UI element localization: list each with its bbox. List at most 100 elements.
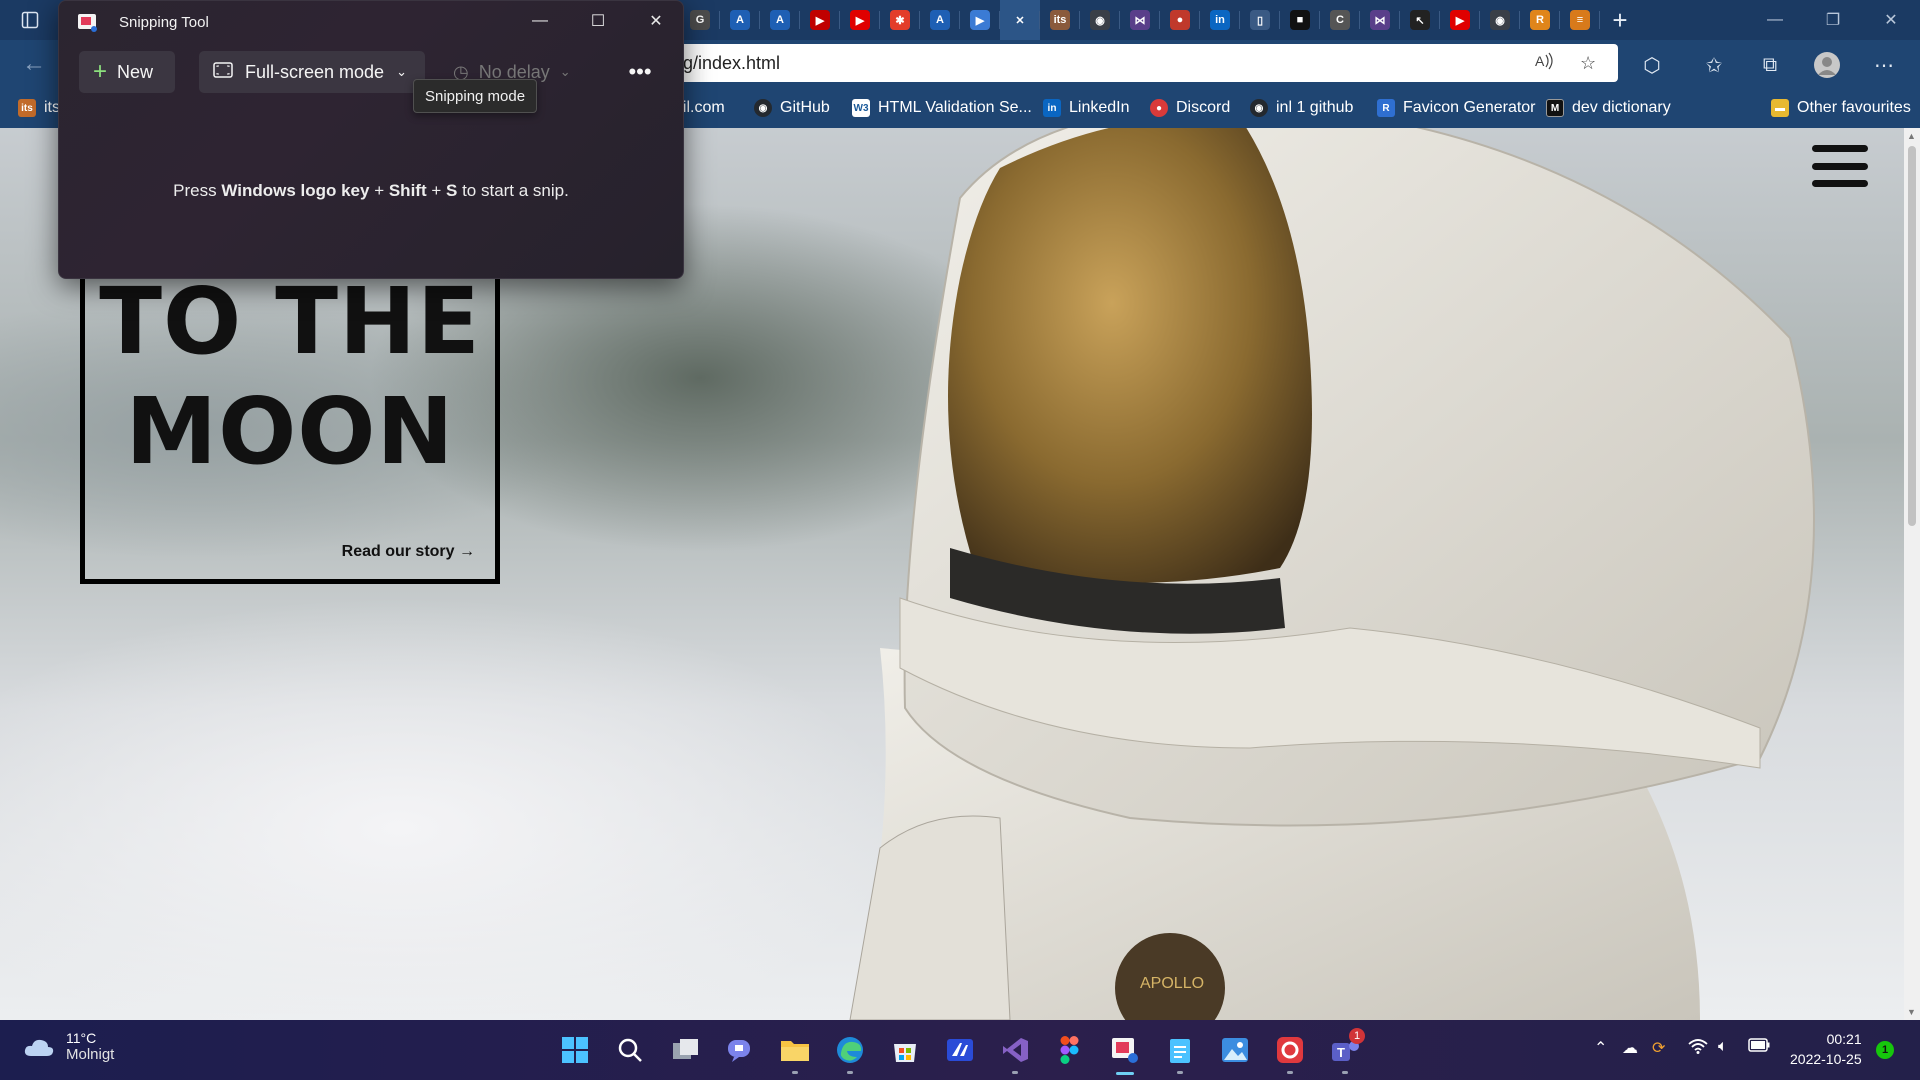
page-scrollbar[interactable]: ▲ ▼ xyxy=(1904,128,1920,1020)
favorites-icon[interactable]: ✩ xyxy=(1697,48,1731,82)
scroll-up-icon[interactable]: ▲ xyxy=(1907,131,1916,141)
browser-tab[interactable]: ▶ xyxy=(960,0,1000,40)
browser-tab[interactable]: G xyxy=(680,0,720,40)
bookmark-favicon-generator[interactable]: R Favicon Generator xyxy=(1377,88,1536,128)
snipping-tool-window: Snipping Tool — ☐ ✕ + New Full-screen mo… xyxy=(58,0,684,279)
browser-tab[interactable]: its xyxy=(1040,0,1080,40)
snipping-tool-taskbar-icon[interactable] xyxy=(1107,1032,1143,1075)
browser-tab[interactable]: ◉ xyxy=(1480,0,1520,40)
read-our-story-link[interactable]: Read our story → xyxy=(342,543,475,561)
teams-icon[interactable]: T 1 xyxy=(1327,1028,1365,1074)
browser-tab[interactable]: ✱ xyxy=(880,0,920,40)
linkedin-icon: in xyxy=(1210,10,1230,30)
minimize-icon[interactable]: — xyxy=(1746,0,1804,40)
close-icon[interactable]: ✕ xyxy=(627,1,683,41)
sync-warning-icon[interactable]: ⟳ xyxy=(1652,1038,1665,1058)
bookmark-its[interactable]: its its xyxy=(18,88,60,128)
tab-actions-icon[interactable] xyxy=(0,0,60,40)
microsoft-store-icon[interactable] xyxy=(887,1032,923,1068)
add-favorite-icon[interactable]: ☆ xyxy=(1580,53,1596,74)
browser-tab[interactable]: ▶ xyxy=(1440,0,1480,40)
address-bar[interactable]: g/index.html A ☆ xyxy=(560,44,1618,82)
bookmark-label: HTML Validation Se... xyxy=(878,99,1032,116)
clock-time: 00:21 xyxy=(1826,1031,1862,1047)
browser-tab[interactable]: A xyxy=(760,0,800,40)
onedrive-cloud-icon[interactable]: ☁ xyxy=(1622,1038,1638,1058)
bookmark-github[interactable]: ◉ GitHub xyxy=(754,88,830,128)
file-explorer-icon[interactable] xyxy=(777,1032,813,1074)
battery-icon[interactable] xyxy=(1748,1038,1770,1057)
collections-icon[interactable]: ⧉ xyxy=(1753,48,1787,82)
restore-icon[interactable]: ❐ xyxy=(1804,0,1862,40)
search-icon[interactable] xyxy=(612,1032,648,1068)
profile-avatar[interactable] xyxy=(1810,48,1844,82)
running-indicator xyxy=(1342,1071,1348,1074)
browser-tab[interactable]: A xyxy=(720,0,760,40)
taskbar-clock[interactable]: 00:21 2022-10-25 xyxy=(1790,1029,1862,1069)
bookmark-dev-dictionary[interactable]: M dev dictionary xyxy=(1546,88,1671,128)
show-hidden-icons-chevron[interactable]: ⌃ xyxy=(1594,1038,1607,1058)
notepad-icon[interactable] xyxy=(1162,1032,1198,1074)
browser-tab[interactable]: ↖ xyxy=(1400,0,1440,40)
menu-hamburger-icon[interactable] xyxy=(1812,145,1868,187)
bookmark-inl-github[interactable]: ◉ inl 1 github xyxy=(1250,88,1353,128)
browser-tab[interactable]: R xyxy=(1520,0,1560,40)
pin-icon: ● xyxy=(1170,10,1190,30)
more-options-icon[interactable]: ••• xyxy=(619,51,661,93)
w3c-icon: W3 xyxy=(852,99,870,117)
bookmark-other-favourites[interactable]: ▬ Other favourites xyxy=(1771,88,1911,128)
instruction-plus: + xyxy=(369,181,389,200)
scroll-down-icon[interactable]: ▼ xyxy=(1907,1007,1916,1017)
bookmark-label: inl 1 github xyxy=(1276,99,1354,116)
notification-badge[interactable]: 1 xyxy=(1876,1041,1894,1059)
visual-studio-icon[interactable] xyxy=(997,1032,1033,1074)
back-icon[interactable]: ← xyxy=(14,48,54,80)
browser-tab[interactable]: A xyxy=(920,0,960,40)
read-aloud-icon[interactable]: A xyxy=(1535,52,1555,75)
scrollbar-thumb[interactable] xyxy=(1908,146,1916,526)
weather-widget[interactable]: 11°C Molnigt xyxy=(22,1030,114,1063)
address-text[interactable]: g/index.html xyxy=(683,53,780,74)
browser-tab[interactable]: ⋈ xyxy=(1360,0,1400,40)
browser-tab[interactable]: C xyxy=(1320,0,1360,40)
browser-tab[interactable]: ≡ xyxy=(1560,0,1600,40)
browser-window-controls: — ❐ ✕ xyxy=(1746,0,1920,40)
figma-icon[interactable] xyxy=(1052,1032,1088,1068)
edge-icon[interactable] xyxy=(832,1032,868,1074)
clock-date: 2022-10-25 xyxy=(1790,1051,1862,1067)
bookmark-label: Favicon Generator xyxy=(1403,99,1536,116)
maximize-icon[interactable]: ☐ xyxy=(569,1,627,41)
bookmark-discord[interactable]: ● Discord xyxy=(1150,88,1230,128)
close-icon[interactable]: ✕ xyxy=(1862,0,1920,40)
volume-icon[interactable]: 🔈︎ xyxy=(1718,1038,1728,1056)
mail-app-icon[interactable] xyxy=(942,1032,978,1068)
youtube-icon: ▶ xyxy=(810,10,830,30)
bookmark-linkedin[interactable]: in LinkedIn xyxy=(1043,88,1130,128)
browser-tab[interactable]: ⋈ xyxy=(1120,0,1160,40)
browser-tab[interactable]: in xyxy=(1200,0,1240,40)
settings-more-icon[interactable]: ⋯ xyxy=(1867,48,1901,82)
minimize-icon[interactable]: — xyxy=(511,1,569,41)
browser-tab[interactable]: ◉ xyxy=(1080,0,1120,40)
bookmark-html-validation[interactable]: W3 HTML Validation Se... xyxy=(852,88,1032,128)
photos-icon[interactable] xyxy=(1217,1032,1253,1068)
close-tab-icon[interactable]: ✕ xyxy=(1010,10,1030,30)
browser-tab[interactable]: ● xyxy=(1160,0,1200,40)
new-tab-icon[interactable]: + xyxy=(1600,0,1640,40)
active-app-indicator xyxy=(1116,1072,1134,1075)
browser-tab[interactable]: ▶ xyxy=(840,0,880,40)
task-view-icon[interactable] xyxy=(668,1032,704,1068)
browser-tab[interactable]: ▯ xyxy=(1240,0,1280,40)
instruction-key-s: S xyxy=(446,181,458,200)
windows-taskbar: 11°C Molnigt T 1 ⌃ ☁ ⟳ 🔈︎ 00:21 2022-10-… xyxy=(0,1020,1920,1080)
creative-cloud-icon[interactable] xyxy=(1272,1032,1308,1074)
extensions-icon[interactable]: ⬡ xyxy=(1635,48,1669,82)
browser-tab[interactable]: ✕ xyxy=(1000,0,1040,40)
start-icon[interactable] xyxy=(557,1032,593,1068)
wifi-icon[interactable] xyxy=(1688,1038,1708,1059)
browser-tab[interactable]: ▶ xyxy=(800,0,840,40)
new-snip-button[interactable]: + New xyxy=(79,51,175,93)
browser-tab[interactable]: ■ xyxy=(1280,0,1320,40)
snipping-mode-dropdown[interactable]: Full-screen mode ⌄ xyxy=(199,51,425,93)
teams-chat-icon[interactable] xyxy=(722,1032,758,1068)
